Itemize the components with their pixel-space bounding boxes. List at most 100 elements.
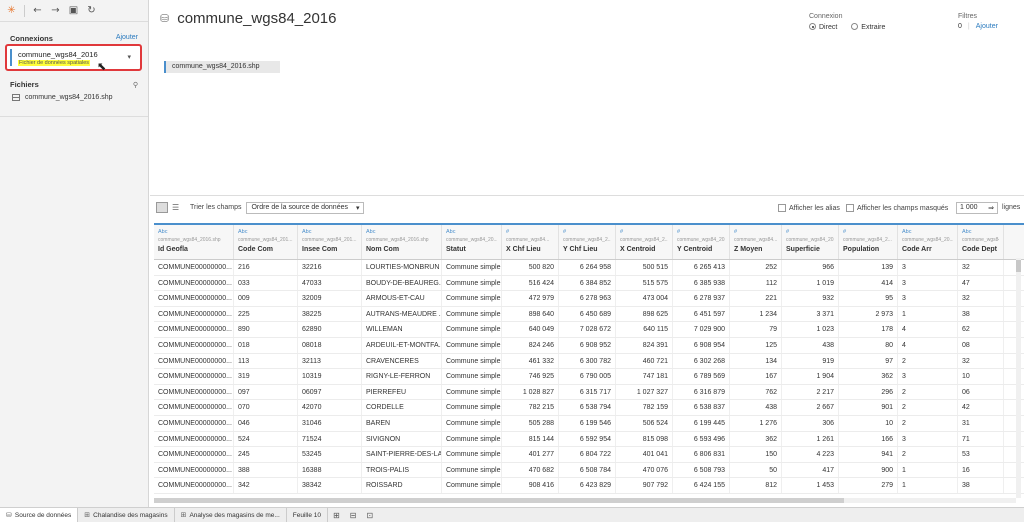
forward-arrow-icon[interactable]: → (50, 5, 61, 16)
table-cell: COMMUNE00000000... (154, 369, 234, 384)
connections-title: Connexions (10, 34, 53, 43)
tab-chalandise[interactable]: ⊞ Chalandise des magasins (78, 507, 175, 522)
field-type-icon: Abc (446, 229, 456, 235)
field-type-icon: # (734, 229, 738, 235)
table-cell: 38 (958, 478, 1004, 493)
column-header[interactable]: # commune_wgs84_2016... Superficie (782, 225, 839, 259)
show-alias-label: Afficher les alias (789, 204, 840, 212)
table-row[interactable]: COMMUNE00000000... 070 42070 CORDELLE Commun… (154, 400, 1024, 416)
table-row[interactable]: COMMUNE00000000... 033 47033 BOUDY-DE-BEAUR… (154, 275, 1024, 292)
column-header[interactable]: Abc commune_wgs84_201... Insee Com (298, 225, 362, 259)
column-header[interactable]: # commune_wgs84_2... Y Chf Lieu (559, 225, 616, 259)
show-alias-toggle[interactable]: Afficher les alias (778, 204, 840, 212)
table-cell: 6 264 958 (559, 260, 616, 275)
table-cell: COMMUNE00000000... (154, 400, 234, 415)
add-filter-link[interactable]: Ajouter (976, 23, 998, 30)
add-connection-link[interactable]: Ajouter (116, 34, 138, 43)
scroll-thumb[interactable] (154, 498, 844, 503)
table-cell: 225 (234, 306, 298, 322)
column-header[interactable]: # commune_wgs84... X Chf Lieu (502, 225, 559, 259)
table-cell: 018 (234, 337, 298, 353)
rows-count-value: 1 000 (960, 204, 978, 211)
table-row[interactable]: COMMUNE00000000... 342 38342 ROISSARD Commun… (154, 478, 1024, 494)
show-hidden-toggle[interactable]: Afficher les champs masqués (846, 204, 948, 212)
table-cell: 6 806 831 (673, 447, 730, 462)
grid-view-icon[interactable] (156, 202, 168, 213)
table-cell: 746 925 (502, 369, 559, 384)
back-arrow-icon[interactable]: ← (32, 5, 43, 16)
table-row[interactable]: COMMUNE00000000... 018 08018 ARDEUIL-ET-MON… (154, 337, 1024, 354)
rows-count-input[interactable]: 1 000 ⇒ (956, 202, 998, 214)
vertical-scrollbar[interactable] (1016, 258, 1021, 498)
column-header[interactable]: Abc commune_wgs84_20... Code Arr (898, 225, 958, 259)
datasource-name[interactable]: commune_wgs84_2016 (177, 10, 336, 27)
table-row[interactable]: COMMUNE00000000... 225 38225 AUTRANS-MEAUDR… (154, 306, 1024, 323)
table-cell: 167 (730, 369, 782, 384)
column-source: commune_wgs84_201... (677, 237, 725, 243)
table-cell: 1 453 (782, 478, 839, 493)
table-row[interactable]: COMMUNE00000000... 524 71524 SIVIGNON Commun… (154, 431, 1024, 448)
table-row[interactable]: COMMUNE00000000... 388 16388 TROIS-PALIS Com… (154, 462, 1024, 479)
table-cell: 097 (234, 384, 298, 400)
search-icon[interactable]: ⚲ (133, 81, 138, 89)
table-cell: 38 (958, 306, 1004, 322)
table-row[interactable]: COMMUNE00000000... 890 62890 WILLEMAN Commun… (154, 322, 1024, 338)
horizontal-scrollbar[interactable] (154, 498, 1016, 503)
table-cell: 1 019 (782, 275, 839, 291)
file-item[interactable]: commune_wgs84_2016.shp (12, 94, 113, 101)
chevron-down-icon[interactable]: ▾ (127, 53, 131, 61)
save-icon[interactable]: ▣ (68, 5, 79, 16)
column-header[interactable]: # commune_wgs84_201... Y Centroid (673, 225, 730, 259)
table-cell: 3 (898, 275, 958, 291)
new-dashboard-icon[interactable]: ⊟ (345, 511, 362, 520)
column-header[interactable]: Abc commune_wgs84_20... Statut (442, 225, 502, 259)
table-cell: 2 (898, 384, 958, 400)
table-cell: SIVIGNON (362, 431, 442, 447)
grid-toolbar: ☰ Trier les champs Ordre de la source de… (150, 195, 1024, 219)
column-header[interactable]: Abc commune_wgs84_201... Code Com (234, 225, 298, 259)
table-cell: Commune simple (442, 337, 502, 353)
table-cell: 1 027 327 (616, 384, 673, 400)
tab-analyse-magasins[interactable]: ⊞ Analyse des magasins de me... (175, 507, 287, 522)
extract-radio[interactable]: Extraire (851, 23, 885, 31)
table-cell: 245 (234, 447, 298, 462)
sort-select[interactable]: Ordre de la source de données ▾ (246, 201, 365, 214)
table-cell: 6 384 852 (559, 275, 616, 291)
table-row[interactable]: COMMUNE00000000... 319 10319 RIGNY-LE-FERRO… (154, 369, 1024, 385)
table-row[interactable]: COMMUNE00000000... 009 32009 ARMOUS-ET-CAU C… (154, 291, 1024, 307)
field-type-icon: Abc (158, 229, 168, 235)
tab-feuille-10[interactable]: Feuille 10 (287, 507, 328, 522)
table-row[interactable]: COMMUNE00000000... 216 32216 LOURTIES-MONBR… (154, 260, 1024, 276)
tab-source-de-donnees[interactable]: ⛁ Source de données (0, 507, 79, 522)
sort-select-value: Ordre de la source de données (251, 203, 348, 211)
table-cell: Commune simple (442, 291, 502, 306)
new-sheet-icon[interactable]: ⊞ (328, 511, 345, 520)
canvas-table-pill[interactable]: commune_wgs84_2016.shp (164, 61, 280, 73)
table-cell: 38342 (298, 478, 362, 493)
table-cell: TROIS-PALIS (362, 462, 442, 478)
direct-radio[interactable]: Direct (809, 23, 837, 31)
refresh-icon[interactable]: ↻ (86, 5, 97, 16)
table-row[interactable]: COMMUNE00000000... 097 06097 PIERREFEU Commu… (154, 384, 1024, 401)
database-icon: ⛁ (160, 12, 170, 25)
table-row[interactable]: COMMUNE00000000... 245 53245 SAINT-PIERRE-D… (154, 447, 1024, 463)
table-cell: Commune simple (442, 415, 502, 431)
column-header[interactable]: # commune_wgs84... Z Moyen (730, 225, 782, 259)
table-row[interactable]: COMMUNE00000000... 046 31046 BAREN Commune s… (154, 415, 1024, 432)
column-header[interactable]: Abc commune_wgs84_2016.shp Nom Com (362, 225, 442, 259)
new-story-icon[interactable]: ⊡ (361, 511, 378, 520)
table-row[interactable]: COMMUNE00000000... 113 32113 CRAVENCERES Com… (154, 353, 1024, 370)
table-cell: 6 593 496 (673, 431, 730, 447)
scroll-thumb[interactable] (1016, 260, 1021, 272)
tableau-logo-icon[interactable]: ✳ (6, 5, 17, 16)
table-cell: COMMUNE00000000... (154, 447, 234, 462)
connection-card[interactable]: commune_wgs84_2016 Fichier de données sp… (5, 44, 142, 73)
column-header[interactable]: # commune_wgs84_2... Population (839, 225, 898, 259)
table-cell: 2 217 (782, 384, 839, 400)
column-name: Code Com (238, 246, 273, 253)
table-cell: 046 (234, 415, 298, 431)
column-header[interactable]: Abc commune_wgs84_2016.shp Id Geofla (154, 225, 234, 259)
column-header[interactable]: # commune_wgs84_2... X Centroid (616, 225, 673, 259)
list-view-icon[interactable]: ☰ (171, 202, 183, 213)
column-header[interactable]: Abc commune_wgs84_20... Code Dept (958, 225, 1004, 259)
